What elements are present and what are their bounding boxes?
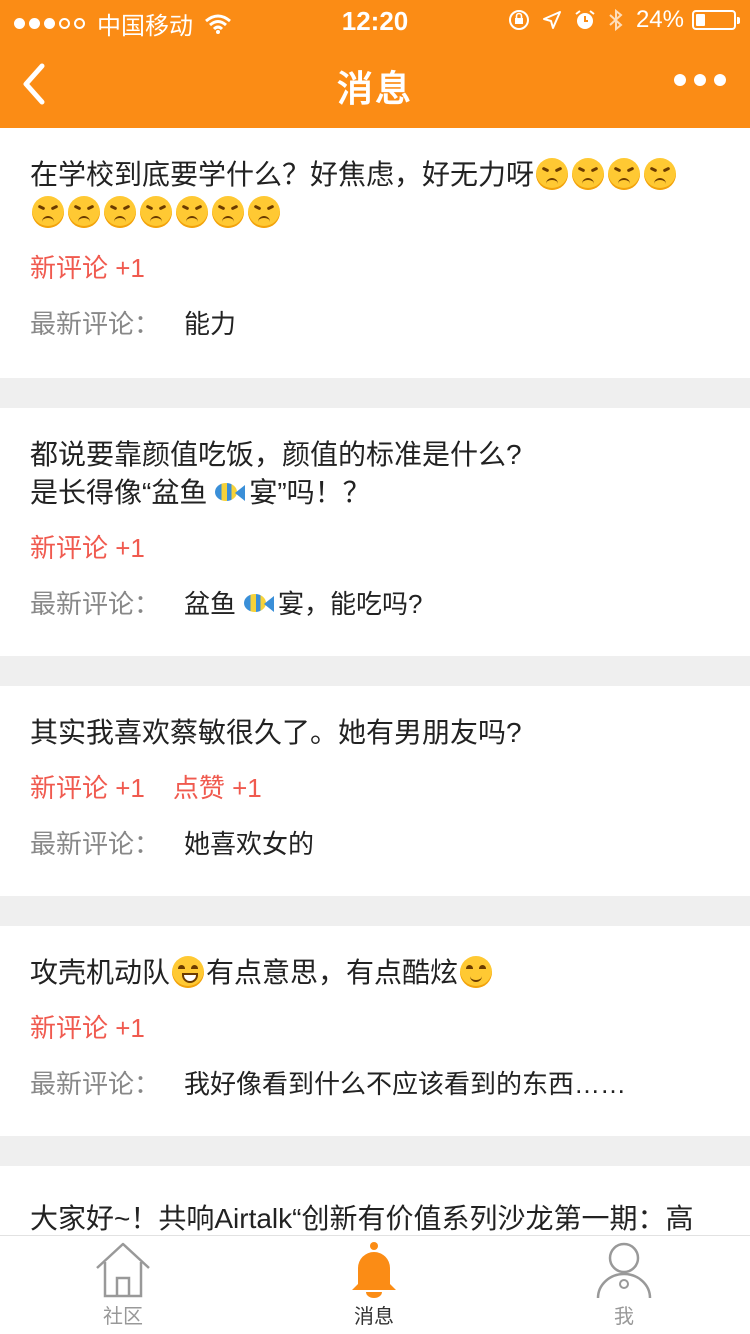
persevering-face-icon [104, 196, 136, 228]
person-icon [596, 1242, 652, 1299]
status-bar: 中国移动 12:20 24% [0, 0, 750, 40]
message-title: 大家好~！共响Airtalk“创新有价值系列沙龙第一期：高 [30, 1203, 694, 1234]
latest-comment-text: 她喜欢女的 [184, 829, 315, 859]
new-comment-badge: 新评论 +1 [30, 533, 145, 563]
persevering-face-icon [536, 158, 569, 190]
header: 中国移动 12:20 24% 消息 [0, 0, 750, 128]
location-icon [542, 11, 561, 29]
latest-comment: 最新评论： 盆鱼 宴，能吃吗? [30, 586, 720, 650]
tab-messages[interactable]: 消息 [299, 1236, 449, 1334]
tropical-fish-icon [211, 480, 246, 506]
tab-label: 社区 [103, 1306, 143, 1328]
message-card[interactable]: 都说要靠颜值吃饭，颜值的标准是什么? 是长得像“盆鱼 宴”吗！？ 新评论 +1 最… [0, 408, 750, 656]
latest-comment-label: 最新评论： [30, 309, 161, 339]
rotation-lock-icon [508, 10, 529, 30]
message-meta: 新评论 +1 点赞 +1 [30, 770, 720, 806]
message-card[interactable]: 在学校到底要学什么？好焦虑，好无力呀 新评论 +1 最新评论： 能力 [0, 128, 750, 378]
bluetooth-icon [609, 8, 623, 32]
persevering-face-icon [572, 158, 605, 190]
alarm-icon [575, 10, 595, 29]
house-icon [96, 1242, 150, 1298]
latest-comment: 最新评论： 她喜欢女的 [30, 826, 720, 890]
persevering-face-icon [248, 196, 280, 228]
bell-icon [352, 1242, 396, 1298]
new-comment-badge: 新评论 +1 [30, 1013, 145, 1043]
message-title: 攻壳机动队 有点意思，有点酷炫 [30, 954, 720, 992]
latest-comment: 最新评论： 能力 [30, 306, 720, 370]
tab-community[interactable]: 社区 [48, 1236, 198, 1334]
message-title: 都说要靠颜值吃饭，颜值的标准是什么? 是长得像“盆鱼 宴”吗！？ [30, 439, 522, 508]
latest-comment-text: 能力 [184, 309, 237, 339]
nav-bar: 消息 [0, 40, 750, 128]
latest-comment-text: 我好像看到什么不应该看到的东西…… [184, 1069, 627, 1099]
tab-bar: 社区 消息 我 [0, 1235, 750, 1334]
page-title: 消息 [336, 68, 413, 109]
message-meta: 新评论 +1 [30, 250, 720, 286]
message-card[interactable]: 攻壳机动队 有点意思，有点酷炫 新评论 +1 最新评论： 我好像看到什么不应该看到的… [0, 926, 750, 1136]
new-comment-badge: 新评论 +1 [30, 773, 145, 803]
message-meta: 新评论 +1 [30, 1010, 720, 1046]
latest-comment-label: 最新评论： [30, 829, 161, 859]
tab-label: 消息 [354, 1306, 394, 1328]
tab-label: 我 [614, 1306, 634, 1328]
latest-comment-label: 最新评论： [30, 589, 161, 619]
persevering-face-icon [212, 196, 244, 228]
more-icon[interactable] [666, 74, 726, 86]
latest-comment-label: 最新评论： [30, 1069, 161, 1099]
battery-percent: 24% [635, 6, 684, 33]
persevering-face-icon [32, 196, 64, 228]
persevering-face-icon [608, 158, 641, 190]
grinning-face-icon [172, 956, 205, 988]
new-comment-badge: 新评论 +1 [30, 253, 145, 283]
message-card[interactable]: 其实我喜欢蔡敏很久了。她有男朋友吗? 新评论 +1 点赞 +1 最新评论： 她喜欢女… [0, 686, 750, 896]
battery-icon [692, 10, 740, 30]
smiling-face-icon [460, 956, 493, 988]
message-title: 其实我喜欢蔡敏很久了。她有男朋友吗? [30, 717, 522, 748]
persevering-face-icon [176, 196, 208, 228]
latest-comment-text: 盆鱼 宴，能吃吗? [184, 589, 423, 619]
message-title: 在学校到底要学什么？好焦虑，好无力呀 [30, 156, 720, 232]
message-list: 在学校到底要学什么？好焦虑，好无力呀 新评论 +1 最新评论： 能力 都说要靠颜值… [0, 128, 750, 1316]
message-meta: 新评论 +1 [30, 530, 720, 566]
like-badge: 点赞 +1 [172, 773, 262, 803]
tab-me[interactable]: 我 [549, 1236, 699, 1334]
latest-comment: 最新评论： 我好像看到什么不应该看到的东西…… [30, 1066, 720, 1130]
persevering-face-icon [644, 158, 677, 190]
tropical-fish-icon [240, 591, 275, 617]
persevering-face-icon [140, 196, 172, 228]
persevering-face-icon [68, 196, 100, 228]
